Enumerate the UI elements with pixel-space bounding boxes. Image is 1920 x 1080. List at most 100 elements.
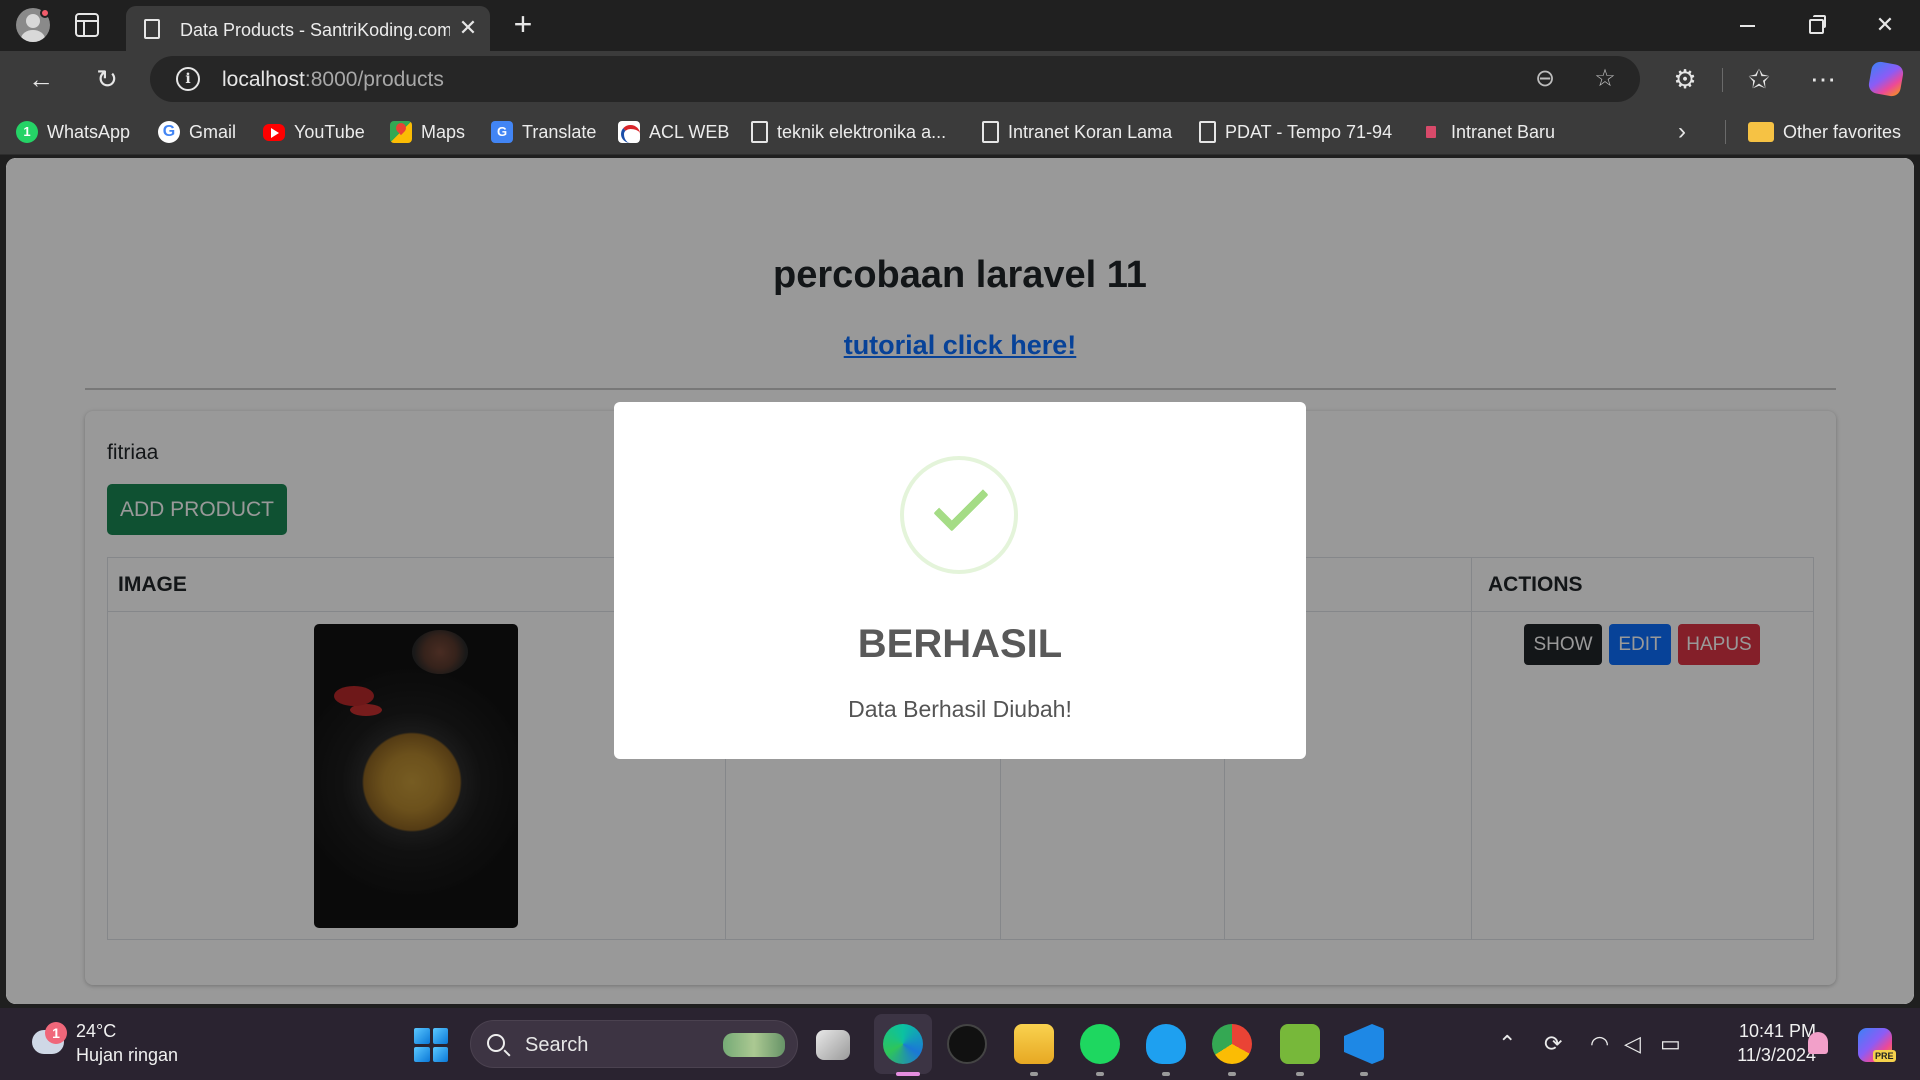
- bookmarks-divider: [1725, 120, 1726, 144]
- search-placeholder: Search: [525, 1034, 589, 1056]
- zoom-out-icon[interactable]: ⊖: [1528, 62, 1562, 96]
- bookmark-pdat-tempo[interactable]: PDAT - Tempo 71-94: [1199, 119, 1392, 145]
- new-tab-icon[interactable]: +: [508, 8, 538, 40]
- weather-description[interactable]: Hujan ringan: [76, 1045, 178, 1066]
- tab-actions-icon[interactable]: [75, 13, 99, 37]
- url-text[interactable]: localhost:8000/products: [222, 68, 444, 92]
- page-icon: [751, 121, 768, 143]
- search-icon: [487, 1034, 505, 1052]
- bookmark-maps[interactable]: Maps: [390, 119, 465, 145]
- copilot-icon[interactable]: [1867, 60, 1905, 98]
- google-icon: G: [158, 121, 180, 143]
- clock-date[interactable]: 11/3/2024: [1716, 1045, 1816, 1066]
- success-check-icon: [900, 456, 1018, 574]
- spotify-icon[interactable]: [1080, 1024, 1120, 1064]
- bookmark-other-favorites[interactable]: Other favorites: [1748, 119, 1901, 145]
- maps-icon: [390, 121, 412, 143]
- folder-icon: [1748, 122, 1774, 142]
- bookmark-translate[interactable]: G Translate: [491, 119, 596, 145]
- tab-title: Data Products - SantriKoding.com: [180, 20, 450, 40]
- success-modal: BERHASIL Data Berhasil Diubah!: [614, 402, 1306, 759]
- bookmark-label: Intranet Koran Lama: [1008, 121, 1173, 142]
- favorites-icon[interactable]: ✩: [1742, 62, 1776, 96]
- other-favorites-label: Other favorites: [1783, 121, 1902, 142]
- chrome-icon[interactable]: [1212, 1024, 1252, 1064]
- file-explorer-icon[interactable]: [1014, 1024, 1054, 1064]
- more-menu-icon[interactable]: ⋯: [1806, 62, 1840, 96]
- bookmark-intranet-baru[interactable]: Intranet Baru: [1420, 119, 1555, 145]
- tab-close-icon[interactable]: ✕: [456, 16, 480, 40]
- running-indicator: [1296, 1072, 1304, 1076]
- browser-toolbar: ← ↻ i localhost:8000/products ⊖ ☆ ⚙ ✩ ⋯: [0, 51, 1920, 107]
- tab-active[interactable]: Data Products - SantriKoding.com ✕: [126, 6, 490, 51]
- running-indicator: [896, 1072, 920, 1076]
- bookmark-label: YouTube: [294, 121, 365, 142]
- bookmark-label: ACL WEB: [649, 121, 730, 142]
- url-host: localhost: [222, 68, 305, 91]
- bookmark-label: Intranet Baru: [1451, 121, 1556, 142]
- xampp-icon[interactable]: [1280, 1024, 1320, 1064]
- translate-icon: G: [491, 121, 513, 143]
- close-window-icon[interactable]: ✕: [1870, 10, 1900, 40]
- running-indicator: [1228, 1072, 1236, 1076]
- wifi-icon[interactable]: ◠: [1590, 1032, 1609, 1056]
- page-icon: [144, 19, 160, 39]
- address-bar[interactable]: i localhost:8000/products ⊖ ☆: [150, 56, 1640, 102]
- clock-time[interactable]: 10:41 PM: [1716, 1021, 1816, 1042]
- weather-temperature[interactable]: 24°C: [76, 1021, 116, 1042]
- favorite-star-icon[interactable]: ☆: [1588, 62, 1622, 96]
- back-icon[interactable]: ←: [24, 62, 58, 96]
- bookmark-acl-web[interactable]: ACL WEB: [618, 119, 729, 145]
- bookmarks-overflow-chevron-icon[interactable]: ›: [1678, 119, 1686, 145]
- bookmark-youtube[interactable]: YouTube: [263, 119, 365, 145]
- toolbar-divider: [1722, 68, 1723, 92]
- restore-icon[interactable]: [1800, 10, 1830, 40]
- bookmark-label: Gmail: [189, 121, 237, 142]
- windows-taskbar: 1 24°C Hujan ringan Search ⌃ ⟳ ◠ ◁ ▭ 10:…: [0, 1008, 1920, 1080]
- youtube-icon: [263, 123, 285, 141]
- modal-title: BERHASIL: [857, 622, 1063, 666]
- url-path: :8000/products: [304, 68, 444, 91]
- bookmarks-bar: 1 WhatsApp G Gmail YouTube Maps G Transl…: [0, 107, 1920, 155]
- bookmark-whatsapp[interactable]: 1 WhatsApp: [16, 119, 130, 145]
- page-icon: [1199, 121, 1216, 143]
- bookmark-teknik-elektronika[interactable]: teknik elektronika a...: [751, 119, 946, 145]
- show-hidden-icons-chevron-icon[interactable]: ⌃: [1498, 1032, 1516, 1056]
- bookmark-label: teknik elektronika a...: [777, 121, 947, 142]
- vscode-icon[interactable]: [1344, 1024, 1384, 1064]
- minimize-icon[interactable]: [1732, 10, 1762, 40]
- sync-icon[interactable]: ⟳: [1544, 1032, 1562, 1056]
- task-view-icon[interactable]: [816, 1030, 850, 1060]
- battery-icon[interactable]: ▭: [1660, 1032, 1681, 1056]
- site-info-icon[interactable]: i: [176, 67, 200, 91]
- bookmark-label: Maps: [421, 121, 466, 142]
- bookmark-label: PDAT - Tempo 71-94: [1225, 121, 1393, 142]
- taskbar-search[interactable]: Search: [470, 1020, 798, 1068]
- edge-browser-icon[interactable]: [883, 1024, 923, 1064]
- checkmark-icon: [933, 476, 989, 532]
- volume-icon[interactable]: ◁: [1624, 1032, 1641, 1056]
- title-bar: Data Products - SantriKoding.com ✕ + ✕: [0, 0, 1920, 51]
- profile-notification-dot: [40, 8, 50, 18]
- messenger-app-icon[interactable]: [1146, 1024, 1186, 1064]
- bookmark-label: Translate: [522, 121, 597, 142]
- running-indicator: [1360, 1072, 1368, 1076]
- search-highlight-image: [723, 1033, 785, 1057]
- bookmark-label: WhatsApp: [47, 121, 131, 142]
- intranet-icon: [1426, 126, 1436, 138]
- page-icon: [982, 121, 999, 143]
- start-windows-icon[interactable]: [414, 1028, 448, 1062]
- notification-bell-icon[interactable]: [1808, 1032, 1828, 1054]
- extensions-icon[interactable]: ⚙: [1668, 62, 1702, 96]
- running-indicator: [1096, 1072, 1104, 1076]
- tiktok-icon[interactable]: [947, 1024, 987, 1064]
- bookmark-gmail[interactable]: G Gmail: [158, 119, 236, 145]
- whatsapp-icon: 1: [16, 121, 38, 143]
- reload-icon[interactable]: ↻: [90, 62, 124, 96]
- copilot-pre-badge: PRE: [1873, 1050, 1896, 1062]
- running-indicator: [1162, 1072, 1170, 1076]
- weather-badge: 1: [45, 1022, 67, 1044]
- bookmark-intranet-koran-lama[interactable]: Intranet Koran Lama: [982, 119, 1172, 145]
- modal-message: Data Berhasil Diubah!: [848, 696, 1072, 722]
- acl-icon: [618, 121, 640, 143]
